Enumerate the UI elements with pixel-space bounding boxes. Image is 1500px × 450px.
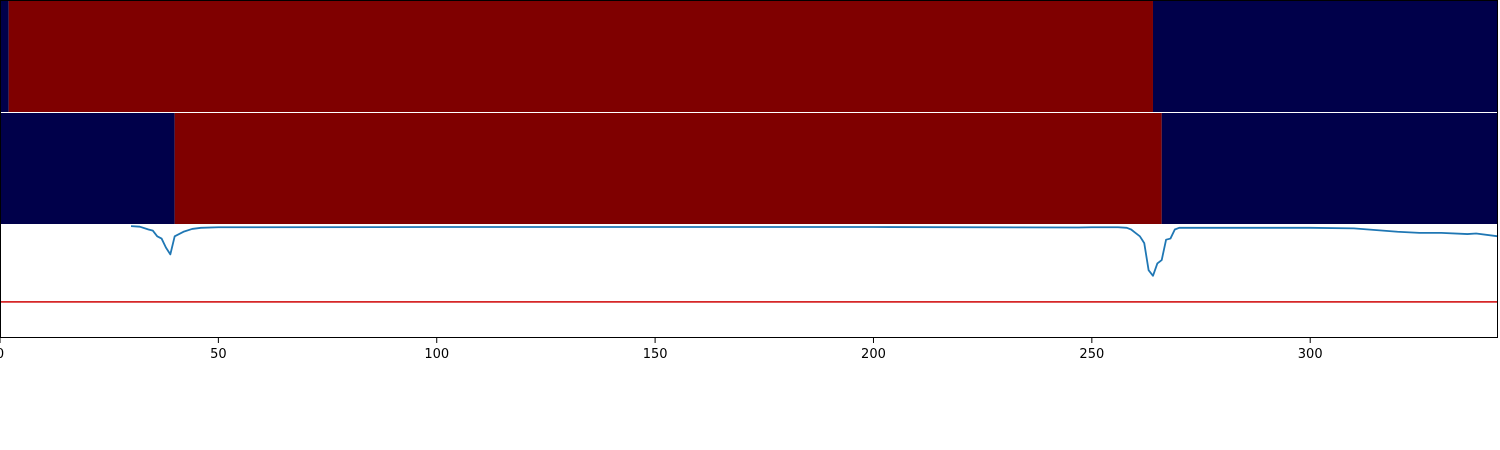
segment-track-1 <box>0 113 1498 224</box>
x-axis: 0 50 100 150 200 250 300 <box>0 338 1323 362</box>
segment-1-0-low <box>0 113 175 224</box>
chart-figure: 0 50 100 150 200 250 300 <box>0 0 1499 362</box>
x-tick-label-50: 50 <box>210 347 227 362</box>
segment-0-2-low <box>1152 1 1498 112</box>
segment-tracks <box>0 1 1498 224</box>
x-tick-label-100: 100 <box>424 347 449 362</box>
segment-0-0-low <box>0 1 9 112</box>
x-tick-label-250: 250 <box>1079 347 1104 362</box>
series-layer <box>130 225 1499 277</box>
plot-area <box>0 0 1499 338</box>
x-tick-label-200: 200 <box>861 347 886 362</box>
x-tick-label-0: 0 <box>0 347 4 362</box>
segment-0-1-high <box>8 1 1153 112</box>
segment-track-0 <box>0 1 1498 112</box>
x-tick-label-300: 300 <box>1298 347 1323 362</box>
x-tick-label-150: 150 <box>643 347 668 362</box>
segment-1-1-high <box>174 113 1162 224</box>
segment-1-2-low <box>1161 113 1498 224</box>
series-line-0 <box>130 225 1499 277</box>
